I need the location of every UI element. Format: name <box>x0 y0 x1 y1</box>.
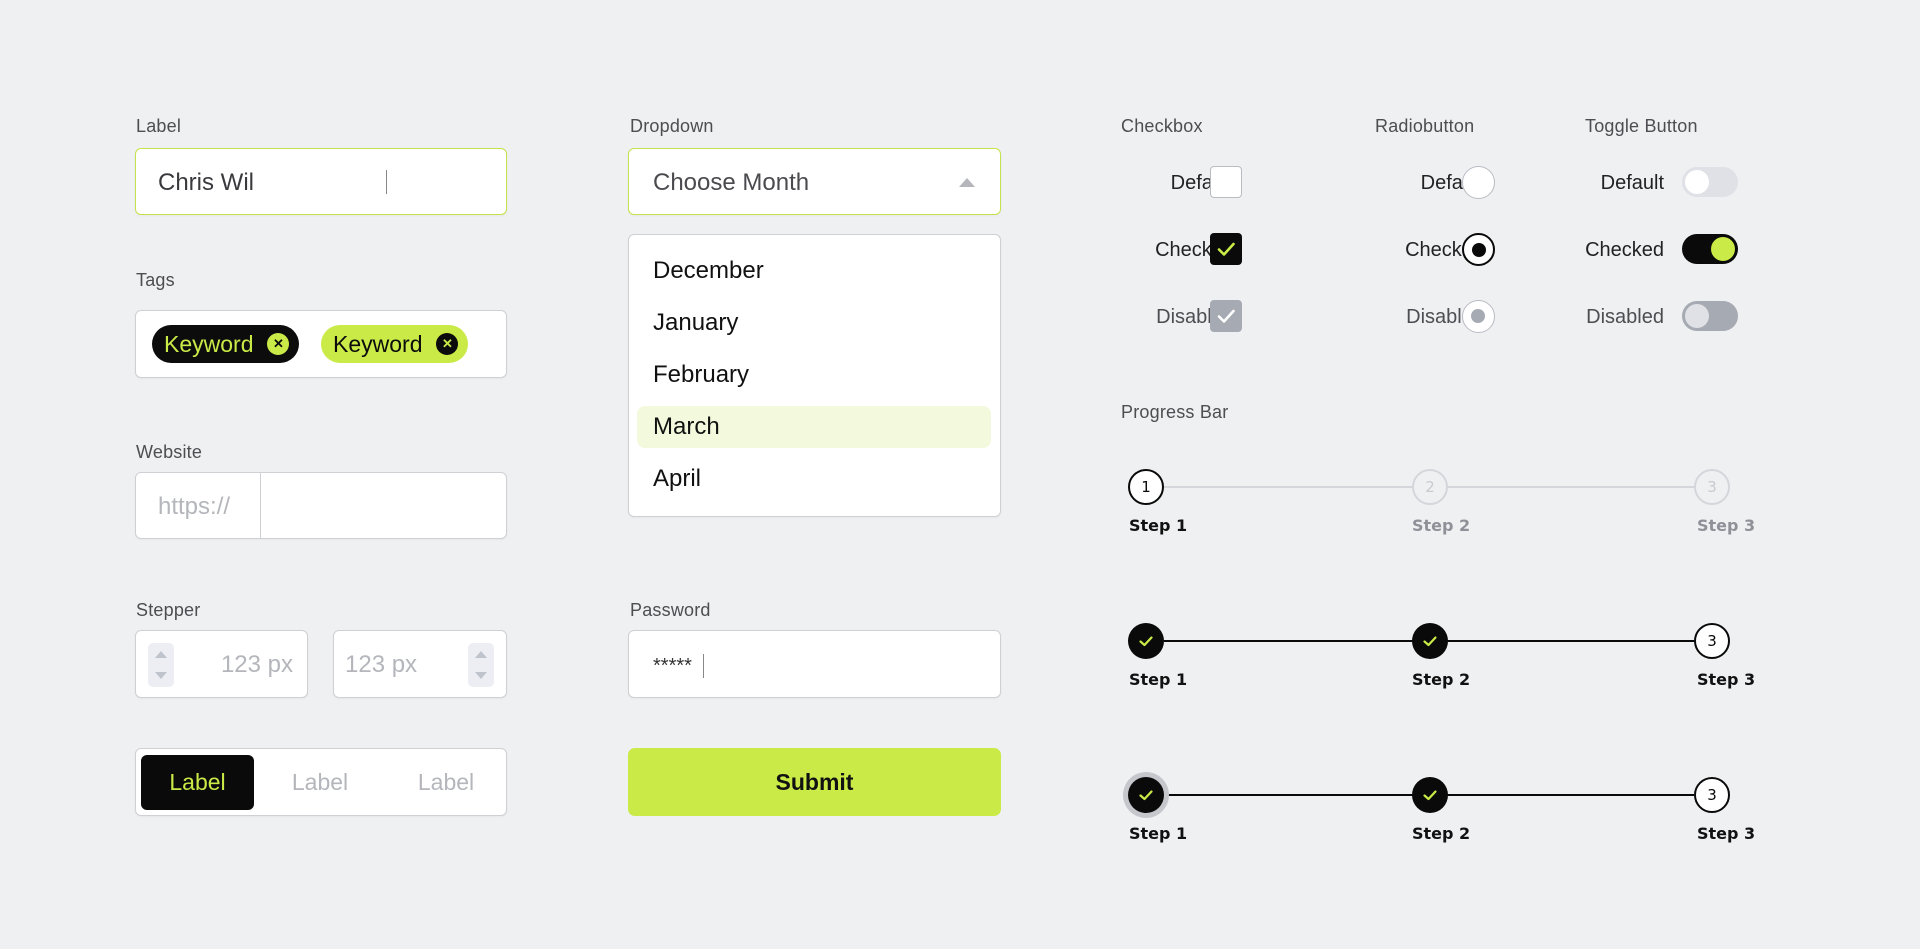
step-number: 3 <box>1707 786 1717 804</box>
toggle-state-label: Checked <box>1585 239 1664 261</box>
segment-option[interactable]: Label <box>390 755 502 810</box>
progress-step-node[interactable]: 3 <box>1694 623 1730 659</box>
prefix-divider <box>260 473 261 538</box>
progress-step-node[interactable] <box>1412 777 1448 813</box>
tag-chip[interactable]: Keyword ✕ <box>321 325 469 363</box>
chevron-down-icon[interactable] <box>475 672 487 679</box>
progress-step-label: Step 2 <box>1412 516 1471 535</box>
progress-step-label: Step 1 <box>1129 824 1188 843</box>
dropdown-option[interactable]: December <box>637 250 991 292</box>
stepper-arrows[interactable] <box>148 643 174 687</box>
progress-step-label: Step 1 <box>1129 516 1188 535</box>
quantity-stepper[interactable]: 123 px <box>333 630 507 698</box>
tags-label: Tags <box>136 270 175 290</box>
tag-chip[interactable]: Keyword ✕ <box>152 325 300 363</box>
toggle-knob <box>1685 304 1709 328</box>
select-placeholder: Choose Month <box>653 169 810 196</box>
radio-title: Radiobutton <box>1375 116 1475 136</box>
check-icon <box>1217 242 1235 256</box>
toggle-state-label: Disabled <box>1586 306 1664 328</box>
step-number: 2 <box>1425 478 1435 496</box>
radio-checked[interactable] <box>1462 233 1495 266</box>
quantity-stepper[interactable]: 123 px <box>135 630 308 698</box>
progress-step-node[interactable] <box>1412 623 1448 659</box>
remove-tag-icon[interactable]: ✕ <box>267 333 290 355</box>
step-number: 3 <box>1707 632 1717 650</box>
progress-step-label: Step 3 <box>1697 670 1756 689</box>
progress-step-label: Step 3 <box>1697 824 1756 843</box>
remove-tag-icon[interactable]: ✕ <box>436 333 459 355</box>
progress-step-label: Step 2 <box>1412 670 1471 689</box>
progress-step-label: Step 1 <box>1129 670 1188 689</box>
url-prefix: https:// <box>158 493 231 520</box>
progress-step-node[interactable]: 2 <box>1412 469 1448 505</box>
progress-title: Progress Bar <box>1121 402 1229 422</box>
checkbox-disabled <box>1210 300 1242 332</box>
check-icon <box>1139 790 1153 801</box>
dropdown-option[interactable]: January <box>637 302 991 344</box>
text-caret <box>386 170 387 194</box>
toggle-knob <box>1685 170 1709 194</box>
check-icon <box>1423 790 1437 801</box>
toggle-knob <box>1711 237 1735 261</box>
radio-default[interactable] <box>1462 166 1495 199</box>
tags-input[interactable]: Keyword ✕ Keyword ✕ <box>135 310 507 378</box>
website-input[interactable]: https:// <box>135 472 507 539</box>
dropdown-option[interactable]: April <box>637 458 991 500</box>
segment-option[interactable]: Label <box>141 755 254 810</box>
segmented-control: Label Label Label <box>135 748 507 816</box>
toggle-state-label: Default <box>1600 172 1664 194</box>
segment-option[interactable]: Label <box>264 755 376 810</box>
text-field-label: Label <box>136 116 182 136</box>
submit-button[interactable]: Submit <box>628 748 1001 816</box>
check-icon <box>1139 636 1153 647</box>
toggle-disabled <box>1682 301 1738 331</box>
text-caret <box>703 654 704 678</box>
progress-step-node[interactable] <box>1128 623 1164 659</box>
stepper-arrows[interactable] <box>468 643 494 687</box>
dropdown-option-selected[interactable]: March <box>637 406 991 448</box>
stepper-value: 123 px <box>220 651 293 678</box>
radio-disabled <box>1462 300 1495 333</box>
toggle-default[interactable] <box>1682 167 1738 197</box>
step-number: 1 <box>1141 478 1151 496</box>
progress-step-label: Step 3 <box>1697 516 1756 535</box>
dropdown-label: Dropdown <box>630 116 714 136</box>
progress-step-node[interactable]: 3 <box>1694 777 1730 813</box>
name-input[interactable]: Chris Wil <box>135 148 507 215</box>
step-number: 3 <box>1707 478 1717 496</box>
progress-step-node[interactable]: 1 <box>1128 469 1164 505</box>
password-value: ***** <box>653 655 692 677</box>
chevron-down-icon[interactable] <box>155 672 167 679</box>
chevron-up-icon <box>959 178 975 187</box>
stepper-label: Stepper <box>136 600 201 620</box>
check-icon <box>1217 309 1235 323</box>
website-label: Website <box>136 442 203 462</box>
progress-step-node[interactable]: 3 <box>1694 469 1730 505</box>
dropdown-option[interactable]: February <box>637 354 991 396</box>
radio-dot <box>1471 309 1485 323</box>
password-field[interactable]: ***** <box>628 630 1001 698</box>
tag-text: Keyword <box>164 330 254 357</box>
name-input-value: Chris Wil <box>158 169 254 196</box>
month-select[interactable]: Choose Month <box>628 148 1001 215</box>
password-label: Password <box>630 600 711 620</box>
checkbox-default[interactable] <box>1210 166 1242 198</box>
progress-step-node[interactable] <box>1128 777 1164 813</box>
checkbox-checked[interactable] <box>1210 233 1242 265</box>
chevron-up-icon[interactable] <box>475 651 487 658</box>
stepper-value: 123 px <box>345 651 418 678</box>
check-icon <box>1423 636 1437 647</box>
radio-dot <box>1471 242 1486 257</box>
checkbox-title: Checkbox <box>1121 116 1203 136</box>
progress-step-label: Step 2 <box>1412 824 1471 843</box>
dropdown-menu: December January February March April <box>628 234 1001 517</box>
toggle-title: Toggle Button <box>1585 116 1698 136</box>
tag-text: Keyword <box>333 330 423 357</box>
toggle-checked[interactable] <box>1682 234 1738 264</box>
chevron-up-icon[interactable] <box>155 651 167 658</box>
